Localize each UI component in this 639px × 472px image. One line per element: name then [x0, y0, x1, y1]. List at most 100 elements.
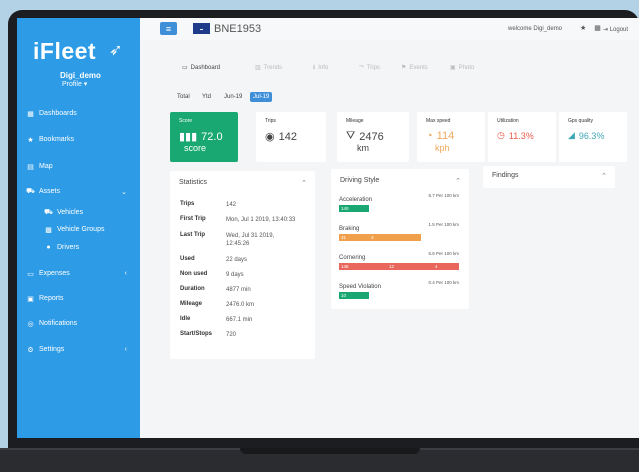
welcome-text: welcome Digi_demo [508, 26, 563, 32]
driving-style-bar: 10 [339, 292, 369, 299]
driving-style-label: Acceleration [339, 197, 373, 203]
bell-icon: ◎ [27, 320, 34, 328]
stat-value: 22 days [226, 257, 248, 263]
sidebar-item-label: Drivers [57, 244, 80, 251]
filter-ytd[interactable]: Ytd [199, 92, 214, 102]
bar-chart-icon: ▮▮▮ [179, 131, 198, 143]
tab-events[interactable]: ⚑ Events [401, 64, 428, 72]
stat-key: Trips [180, 201, 195, 207]
sidebar-item-assets[interactable]: ⛟ Assets ⌄ [26, 188, 135, 196]
stat-value: 142 [226, 202, 237, 208]
kpi-max-speed: Max speed ◔ 114 kph [417, 112, 485, 162]
bar-segment: 140 [339, 205, 369, 212]
chevron-down-icon: ⌄ [121, 188, 127, 196]
menu-toggle-button[interactable]: ≡ [160, 22, 177, 35]
tab-label: Info [318, 64, 329, 71]
kpi-score: Score ▮▮▮ 72.0 score [170, 112, 238, 162]
sidebar-item-label: Expenses [39, 270, 70, 277]
sidebar-item-label: Settings [39, 346, 65, 353]
tab-photo[interactable]: ▣ Photo [450, 64, 475, 72]
panel-title: Statistics [179, 179, 208, 186]
route-icon: ⤳ [359, 64, 364, 70]
driving-style-label: Braking [339, 226, 360, 232]
tab-label: Photo [458, 64, 475, 71]
kpi-unit: kph [435, 143, 450, 153]
bar-segment: 12 [387, 263, 433, 270]
sidebar-item-expenses[interactable]: ▭ Expenses ‹ [27, 270, 135, 278]
kpi-utilization: Utilization ◷ 11.3% [488, 112, 556, 162]
filter-jun-19[interactable]: Jun-19 [221, 92, 245, 102]
tab-info[interactable]: ℹ Info [313, 64, 329, 72]
findings-panel: Findings ⌃ [483, 166, 615, 188]
tab-label: Trends [263, 64, 283, 71]
bar-segment: 148 [339, 263, 387, 270]
vehicle-flag-icon: ▬ [193, 23, 210, 34]
star-icon[interactable]: ★ [580, 24, 586, 32]
kpi-label: Trips [265, 118, 276, 124]
chevron-up-icon[interactable]: ⌃ [455, 177, 461, 185]
sidebar-item-notifications[interactable]: ◎ Notifications [27, 320, 77, 328]
driving-style-label: Cornering [339, 255, 366, 261]
grid-icon: ▦ [27, 110, 34, 118]
dashboard-icon: ▭ [182, 65, 188, 71]
chevron-up-icon[interactable]: ⌃ [601, 172, 607, 180]
money-icon: ▭ [27, 270, 34, 278]
driving-style-rate: 1.5 Per 100 km [428, 222, 459, 227]
sidebar-item-bookmarks[interactable]: ★ Bookmarks [27, 136, 74, 144]
stat-row: Last Trip Wed, Jul 31 2019, 12:45:26 [180, 232, 284, 248]
sidebar-item-drivers[interactable]: ● Drivers [45, 244, 79, 251]
user-icon: ● [46, 244, 51, 251]
filter-total[interactable]: Total [174, 92, 193, 102]
stat-key: First Trip [180, 216, 206, 222]
statistics-panel: Statistics ⌃ Trips 142 First Trip Mon, Jul… [170, 171, 315, 359]
logo-swoosh-icon: ➶ [109, 42, 123, 59]
tab-trips[interactable]: ⤳ Trips [359, 64, 380, 71]
kpi-value: ◷ 11.3% [497, 130, 534, 141]
top-icons: ★ ▦ [580, 24, 601, 32]
star-icon: ★ [27, 136, 34, 144]
profile-link[interactable]: Profile ▾ [62, 80, 87, 88]
road-icon: ⛛ [346, 130, 356, 142]
kpi-label: Mileage [346, 118, 364, 124]
tab-label: Trips [366, 64, 380, 71]
stat-key: Last Trip [180, 232, 206, 238]
kpi-trips: Trips ◉ 142 [256, 112, 326, 162]
brand-logo: iFleet [33, 38, 97, 64]
stat-key: Mileage [180, 301, 203, 307]
sidebar-item-map[interactable]: ▤ Map [27, 163, 53, 171]
sidebar-item-label: Map [39, 163, 53, 170]
globe-icon: ◉ [265, 131, 275, 143]
kpi-value: ◉ 142 [265, 130, 297, 144]
stat-value: 2476.0 km [226, 302, 255, 308]
laptop-notch [240, 448, 420, 454]
notification-icon[interactable]: ▦ [594, 24, 601, 32]
sidebar-item-reports[interactable]: ▣ Reports [27, 295, 63, 303]
chevron-left-icon: ‹ [124, 270, 127, 277]
driving-style-rate: 0.4 Per 100 km [428, 280, 459, 285]
tab-trends[interactable]: ▥ Trends [255, 64, 283, 72]
topbar: ≡ ▬ BNE1953 welcome Digi_demo ★ ▦ ⇥ Logo… [140, 18, 639, 40]
stat-value: 720 [226, 332, 237, 338]
stat-row: Non used 9 days [180, 271, 244, 279]
chevron-up-icon[interactable]: ⌃ [301, 179, 307, 187]
filter-jul-19[interactable]: Jul-19 [250, 92, 273, 102]
stat-key: Non used [180, 271, 208, 277]
screen: iFleet ➶ Digi_demo Profile ▾ ▦ Dashboards… [17, 18, 639, 438]
stat-row: Used 22 days [180, 256, 247, 264]
driving-style-bar: 148 12 4 [339, 263, 459, 270]
report-icon: ▣ [27, 295, 34, 303]
stat-value: Mon, Jul 1 2019, 13:40:33 [226, 217, 296, 223]
kpi-unit: km [357, 143, 369, 153]
sidebar-item-dashboards[interactable]: ▦ Dashboards [27, 110, 77, 118]
stat-key: Idle [180, 316, 191, 322]
logout-link[interactable]: ⇥ Logout [603, 26, 628, 33]
tab-dashboard[interactable]: ▭ Dashboard [182, 64, 220, 72]
sidebar-item-label: Assets [39, 188, 61, 195]
vehicle-id: BNE1953 [214, 23, 262, 35]
kpi-label: Score [179, 118, 193, 124]
sidebar: iFleet ➶ Digi_demo Profile ▾ ▦ Dashboards… [17, 18, 140, 438]
sidebar-item-vehicle-groups[interactable]: ▩ Vehicle Groups [45, 226, 104, 234]
sidebar-item-settings[interactable]: ⚙ Settings ‹ [27, 346, 135, 354]
driving-style-label: Speed Violation [339, 284, 381, 290]
sidebar-item-vehicles[interactable]: ⛟ Vehicles [44, 209, 83, 216]
